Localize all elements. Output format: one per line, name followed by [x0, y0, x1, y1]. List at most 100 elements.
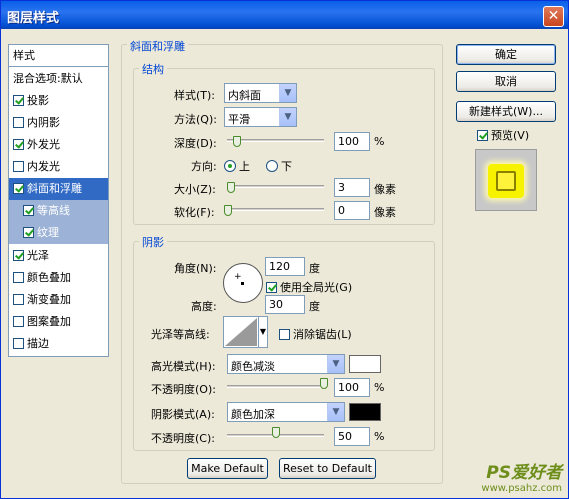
shadow-opacity-unit: % — [374, 430, 385, 443]
style-item-inner-glow[interactable]: 内发光 — [9, 156, 108, 178]
checkbox[interactable] — [266, 282, 277, 293]
angle-dial[interactable]: + — [223, 263, 263, 303]
shadow-mode-value: 颜色加深 — [231, 408, 275, 421]
radio-button[interactable] — [266, 160, 278, 172]
angle-label: 角度(N): — [174, 262, 217, 275]
style-item-inner-shadow[interactable]: 内阴影 — [9, 112, 108, 134]
new-style-button[interactable]: 新建样式(W)... — [456, 101, 556, 122]
blend-options-label: 混合选项:默认 — [13, 72, 83, 85]
style-item-pattern-overlay[interactable]: 图案叠加 — [9, 311, 108, 333]
style-item-satin[interactable]: 光泽 — [9, 245, 108, 267]
close-button[interactable]: ✕ — [543, 6, 564, 27]
style-select[interactable]: 内斜面 ▼ — [224, 83, 297, 103]
soften-input[interactable]: 0 — [334, 201, 370, 220]
altitude-label: 高度: — [191, 300, 217, 313]
anti-aliased-option[interactable]: 消除锯齿(L) — [279, 326, 352, 342]
style-item-label: 等高线 — [37, 204, 70, 217]
chevron-down-icon[interactable]: ▼ — [258, 316, 268, 348]
highlight-mode-select[interactable]: 颜色减淡 ▼ — [227, 354, 345, 374]
shadow-opacity-input[interactable]: 50 — [334, 427, 370, 446]
radio-button[interactable] — [224, 160, 236, 172]
highlight-opacity-track[interactable] — [227, 385, 324, 388]
style-item-bevel-emboss[interactable]: 斜面和浮雕 — [9, 178, 108, 200]
soften-slider-thumb[interactable] — [224, 205, 232, 216]
checkbox[interactable] — [23, 205, 34, 216]
window-title: 图层样式 — [7, 11, 60, 26]
checkbox[interactable] — [477, 130, 488, 141]
direction-down-option[interactable]: 下 — [266, 158, 292, 174]
altitude-input[interactable]: 30 — [265, 295, 305, 314]
checkbox[interactable] — [13, 294, 24, 305]
close-icon: ✕ — [547, 8, 560, 24]
style-item-color-overlay[interactable]: 颜色叠加 — [9, 267, 108, 289]
preview-label: 预览(V) — [491, 129, 530, 142]
shadow-color-swatch[interactable] — [349, 403, 381, 421]
reset-default-button[interactable]: Reset to Default — [279, 458, 376, 479]
bevel-emboss-title: 斜面和浮雕 — [127, 38, 188, 54]
checkbox[interactable] — [13, 95, 24, 106]
watermark-url: www.psahz.com — [481, 483, 562, 494]
highlight-opacity-input[interactable]: 100 — [334, 378, 370, 397]
depth-slider-thumb[interactable] — [233, 136, 241, 147]
checkbox[interactable] — [13, 183, 24, 194]
soften-slider-track[interactable] — [227, 208, 324, 211]
global-light-option[interactable]: 使用全局光(G) — [266, 279, 352, 295]
depth-slider-track[interactable] — [227, 139, 324, 142]
style-item-gradient-overlay[interactable]: 渐变叠加 — [9, 289, 108, 311]
ok-button[interactable]: 确定 — [456, 44, 556, 65]
checkbox[interactable] — [13, 272, 24, 283]
shadow-opacity-thumb[interactable] — [272, 427, 280, 438]
size-slider-thumb[interactable] — [227, 182, 235, 193]
style-select-value: 内斜面 — [228, 89, 261, 102]
checkbox[interactable] — [23, 227, 34, 238]
highlight-color-swatch[interactable] — [349, 355, 381, 373]
direction-up-option[interactable]: 上 — [224, 158, 250, 174]
size-slider-track[interactable] — [227, 185, 324, 188]
styles-list-header[interactable]: 样式 — [9, 45, 108, 67]
checkbox[interactable] — [13, 117, 24, 128]
checkbox[interactable] — [13, 161, 24, 172]
anti-aliased-label: 消除锯齿(L) — [293, 328, 352, 341]
highlight-mode-label: 高光模式(H): — [151, 360, 216, 373]
blend-options-item[interactable]: 混合选项:默认 — [9, 68, 108, 90]
style-item-outer-glow[interactable]: 外发光 — [9, 134, 108, 156]
style-item-texture[interactable]: 纹理 — [9, 222, 108, 244]
depth-input[interactable]: 100 — [334, 132, 370, 151]
preview-inner — [496, 171, 516, 191]
make-default-button[interactable]: Make Default — [187, 458, 268, 479]
style-item-stroke[interactable]: 描边 — [9, 333, 108, 355]
altitude-unit: 度 — [309, 300, 320, 313]
chevron-down-icon: ▼ — [327, 355, 344, 373]
chevron-down-icon: ▼ — [327, 403, 344, 421]
shading-title: 阴影 — [139, 234, 167, 250]
style-item-label: 颜色叠加 — [27, 271, 71, 284]
title-bar: 图层样式 ✕ — [1, 1, 568, 29]
checkbox[interactable] — [13, 250, 24, 261]
watermark-brand: PS爱好者 — [486, 463, 562, 483]
style-item-label: 斜面和浮雕 — [27, 182, 82, 195]
checkbox[interactable] — [13, 338, 24, 349]
checkbox[interactable] — [13, 316, 24, 327]
highlight-opacity-unit: % — [374, 381, 385, 394]
highlight-opacity-label: 不透明度(O): — [151, 383, 216, 396]
angle-dot — [241, 282, 244, 285]
style-item-label: 外发光 — [27, 138, 60, 151]
preview-option[interactable]: 预览(V) — [477, 127, 529, 143]
style-item-drop-shadow[interactable]: 投影 — [9, 90, 108, 112]
checkbox[interactable] — [13, 139, 24, 150]
cancel-button[interactable]: 取消 — [456, 71, 556, 92]
highlight-opacity-thumb[interactable] — [320, 378, 328, 389]
angle-unit: 度 — [309, 262, 320, 275]
technique-select[interactable]: 平滑 ▼ — [224, 107, 297, 127]
gloss-contour-picker[interactable] — [223, 316, 259, 348]
style-label: 样式(T): — [174, 89, 216, 102]
highlight-mode-value: 颜色减淡 — [231, 360, 275, 373]
angle-input[interactable]: 120 — [265, 257, 305, 276]
checkbox[interactable] — [279, 329, 290, 340]
styles-header-label: 样式 — [13, 49, 35, 62]
direction-up-label: 上 — [239, 160, 250, 173]
size-input[interactable]: 3 — [334, 178, 370, 197]
shadow-mode-select[interactable]: 颜色加深 ▼ — [227, 402, 345, 422]
style-item-label: 图案叠加 — [27, 315, 71, 328]
style-item-contour[interactable]: 等高线 — [9, 200, 108, 222]
